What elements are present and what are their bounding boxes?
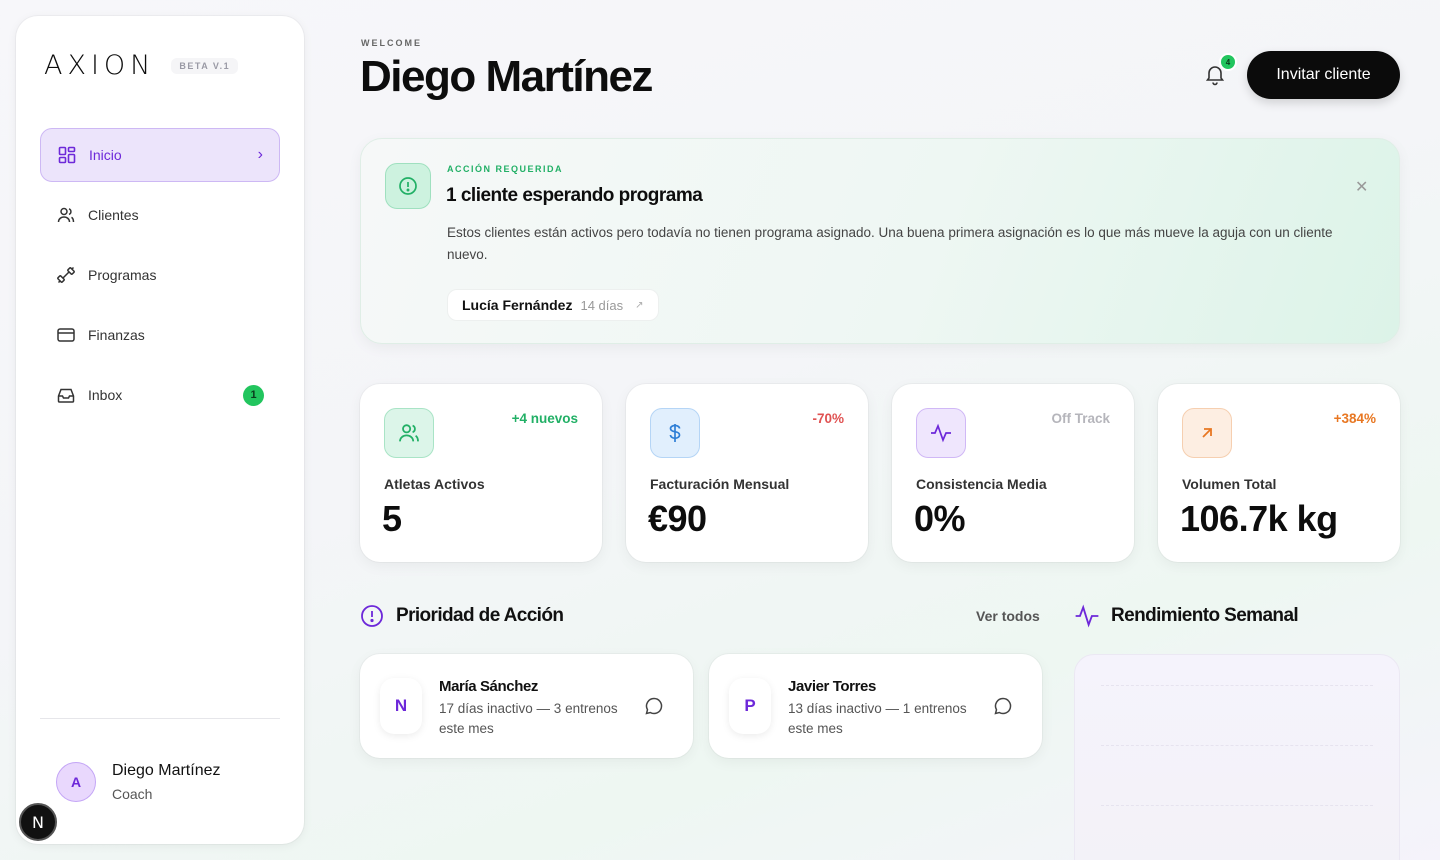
stat-label: Volumen Total: [1182, 476, 1277, 492]
stat-value: €90: [648, 498, 707, 539]
logo-row: AXION BETA V.1: [44, 50, 239, 81]
stat-value: 5: [382, 498, 402, 539]
weekly-performance-panel: [1074, 654, 1400, 860]
grid-line: [1101, 745, 1373, 746]
sidebar-item-label: Inbox: [88, 387, 123, 403]
inbox-badge: 1: [243, 384, 264, 406]
sidebar-item-inicio[interactable]: Inicio ›: [40, 128, 280, 182]
sidebar-item-label: Programas: [88, 267, 157, 283]
pending-client-chip[interactable]: Lucía Fernández 14 días ↗: [447, 289, 659, 321]
grid-icon: [57, 145, 77, 165]
chip-client-name: Lucía Fernández: [462, 297, 573, 313]
user-role: Coach: [112, 786, 153, 802]
sidebar-item-clientes[interactable]: Clientes: [40, 188, 280, 242]
client-status: 13 días inactivo — 1 entrenos este mes: [788, 701, 967, 736]
sidebar-divider: [40, 718, 280, 719]
stat-value: 0%: [914, 498, 966, 539]
page-title: Diego Martínez: [360, 52, 653, 101]
sidebar-item-finanzas[interactable]: Finanzas: [40, 308, 280, 362]
priority-card[interactable]: P Javier Torres 13 días inactivo — 1 ent…: [709, 654, 1042, 758]
sidebar-nav: Inicio › Clientes Programas Finanzas Inb…: [40, 128, 280, 428]
stat-card-athletes[interactable]: +4 nuevos Atletas Activos 5: [360, 384, 602, 562]
alert-circle-icon: [385, 163, 431, 209]
message-icon[interactable]: [635, 687, 673, 725]
users-icon: [384, 408, 434, 458]
activity-icon: [916, 408, 966, 458]
dollar-icon: [650, 408, 700, 458]
client-name: Javier Torres: [788, 678, 876, 695]
stat-card-consistency[interactable]: Off Track Consistencia Media 0%: [892, 384, 1134, 562]
grid-line: [1101, 805, 1373, 806]
activity-icon: [1074, 603, 1100, 629]
client-name: María Sánchez: [439, 678, 539, 695]
alert-title: 1 cliente esperando programa: [446, 185, 703, 206]
alert-description: Estos clientes están activos pero todaví…: [447, 225, 1333, 262]
sidebar: AXION BETA V.1 Inicio › Clientes Program…: [16, 16, 304, 844]
chevron-right-icon: ›: [257, 146, 263, 163]
card-icon: [56, 325, 76, 345]
stat-card-volume[interactable]: +384% Volumen Total 106.7k kg: [1158, 384, 1400, 562]
user-name: Diego Martínez: [112, 762, 221, 779]
priority-title: Prioridad de Acción: [396, 605, 564, 626]
client-avatar: N: [380, 678, 422, 734]
stat-change: -70%: [812, 411, 844, 426]
client-status: 17 días inactivo — 3 entrenos este mes: [439, 701, 618, 736]
sidebar-item-programas[interactable]: Programas: [40, 248, 280, 302]
view-all-link[interactable]: Ver todos: [976, 608, 1040, 624]
sidebar-item-inbox[interactable]: Inbox 1: [40, 368, 280, 422]
dumbbell-icon: [56, 265, 76, 285]
alert-circle-icon: [360, 604, 384, 628]
action-alert: ACCIÓN REQUERIDA 1 cliente esperando pro…: [360, 138, 1400, 344]
stat-label: Consistencia Media: [916, 476, 1047, 492]
users-icon: [56, 205, 76, 225]
stat-label: Facturación Mensual: [650, 476, 790, 492]
message-icon[interactable]: [984, 687, 1022, 725]
stat-label: Atletas Activos: [384, 476, 485, 492]
arrow-up-right-icon: ↗: [635, 299, 644, 311]
sidebar-item-label: Finanzas: [88, 327, 145, 343]
avatar: A: [56, 762, 96, 802]
notification-badge: 4: [1219, 53, 1237, 71]
logo[interactable]: AXION: [44, 50, 155, 81]
stat-change: +384%: [1333, 411, 1376, 426]
priority-card[interactable]: N María Sánchez 17 días inactivo — 3 ent…: [360, 654, 693, 758]
sidebar-item-label: Clientes: [88, 207, 139, 223]
close-icon[interactable]: ✕: [1355, 177, 1368, 197]
dev-tools-button[interactable]: N: [19, 803, 57, 841]
client-avatar: P: [729, 678, 771, 734]
inbox-icon: [56, 385, 76, 405]
arrow-up-right-icon: [1182, 408, 1232, 458]
beta-badge: BETA V.1: [171, 57, 239, 74]
user-profile[interactable]: A Diego Martínez Coach: [56, 762, 221, 802]
performance-title: Rendimiento Semanal: [1111, 605, 1299, 626]
chip-client-days: 14 días: [580, 297, 624, 313]
stat-card-billing[interactable]: -70% Facturación Mensual €90: [626, 384, 868, 562]
grid-line: [1101, 685, 1373, 686]
alert-tag: ACCIÓN REQUERIDA: [447, 164, 564, 174]
welcome-label: WELCOME: [361, 38, 422, 48]
stat-change: Off Track: [1051, 411, 1110, 426]
invite-client-button[interactable]: Invitar cliente: [1247, 51, 1400, 99]
stat-change: +4 nuevos: [511, 411, 578, 426]
stat-value: 106.7k kg: [1180, 498, 1338, 539]
sidebar-item-label: Inicio: [89, 147, 122, 163]
